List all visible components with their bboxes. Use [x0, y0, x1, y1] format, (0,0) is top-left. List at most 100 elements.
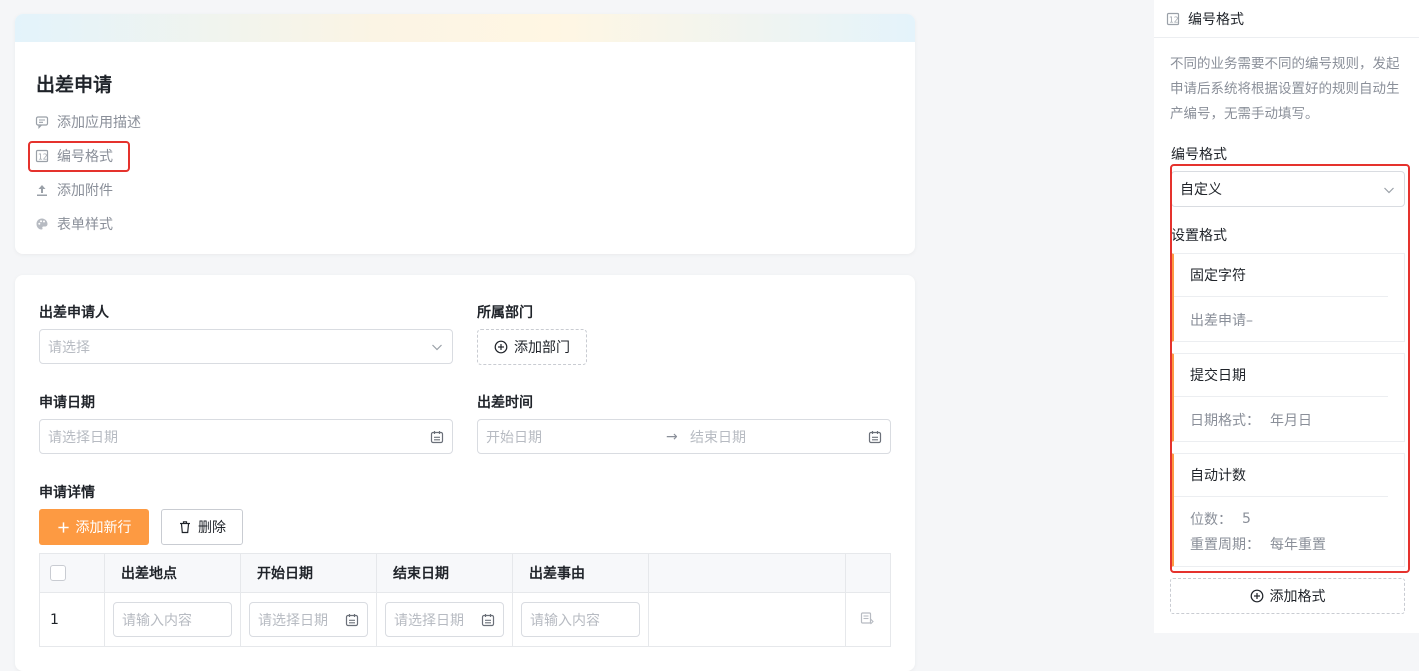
digits-value: 5: [1242, 510, 1251, 527]
plus-circle-icon: [1250, 589, 1264, 603]
row-action-cell: [846, 593, 890, 646]
form-style-label: 表单样式: [57, 217, 113, 233]
numbering-settings-panel: 12 编号格式 不同的业务需要不同的编号规则，发起申请后系统将根据设置好的规则自…: [1154, 0, 1419, 633]
empty-header-cell: [649, 554, 846, 592]
apply-date-label: 申请日期: [39, 395, 95, 411]
main-area: 出差申请 添加应用描述 12 编号格式 添加附件 表单样式 出差申请人 请选择 …: [0, 0, 930, 671]
add-attachment-link[interactable]: 添加附件: [35, 178, 113, 202]
apply-date-picker[interactable]: 请选择日期: [39, 419, 453, 454]
add-department-button[interactable]: 添加部门: [477, 329, 587, 365]
panel-title: 编号格式: [1188, 11, 1244, 28]
row-detail-icon[interactable]: [860, 611, 874, 629]
format-select-value: 自定义: [1180, 182, 1222, 198]
delete-button[interactable]: 删除: [161, 509, 243, 545]
format-block-line: 重置周期： 每年重置: [1174, 531, 1404, 556]
palette-icon: [35, 217, 49, 231]
set-format-label: 设置格式: [1171, 228, 1227, 244]
end-date-input[interactable]: 请选择日期: [385, 602, 504, 637]
add-row-label: 添加新行: [75, 520, 132, 536]
format-block-fixed-chars[interactable]: 固定字符 出差申请–: [1171, 253, 1405, 342]
column-header: 结束日期: [377, 554, 513, 592]
department-label: 所属部门: [477, 305, 533, 321]
reason-input[interactable]: 请输入内容: [521, 602, 640, 637]
fixed-chars-value: 出差申请–: [1190, 312, 1253, 329]
select-all-cell: [40, 554, 105, 592]
applicant-label: 出差申请人: [39, 305, 109, 321]
column-header: 出差事由: [513, 554, 649, 592]
format-block-title: 提交日期: [1174, 354, 1388, 397]
table-header-row: 出差地点 开始日期 结束日期 出差事由: [40, 554, 890, 593]
end-date-cell: 请选择日期: [377, 593, 513, 646]
add-description-label: 添加应用描述: [57, 115, 141, 131]
format-block-title: 固定字符: [1174, 254, 1388, 297]
add-description-link[interactable]: 添加应用描述: [35, 110, 141, 134]
calendar-icon: [481, 613, 495, 627]
format-block-line: 日期格式： 年月日: [1174, 407, 1404, 432]
details-table: 出差地点 开始日期 结束日期 出差事由 1 请输入内容 请选择日期 请选择日期 …: [39, 553, 891, 647]
trip-time-label: 出差时间: [477, 395, 533, 411]
format-block-line: 出差申请–: [1174, 307, 1404, 332]
location-placeholder: 请输入内容: [122, 612, 192, 629]
banner: [15, 14, 915, 42]
date-format-value: 年月日: [1270, 412, 1312, 429]
format-block-auto-count[interactable]: 自动计数 位数： 5 重置周期： 每年重置: [1171, 453, 1405, 567]
reason-cell: 请输入内容: [513, 593, 649, 646]
format-block-line: 位数： 5: [1174, 506, 1404, 531]
add-department-label: 添加部门: [514, 340, 570, 356]
end-date-placeholder: 请选择日期: [394, 612, 464, 629]
app-title: 出差申请: [36, 74, 113, 96]
calendar-icon: [868, 430, 882, 444]
column-header: 开始日期: [241, 554, 377, 592]
trip-start-placeholder: 开始日期: [486, 429, 542, 446]
format-select[interactable]: 自定义: [1171, 171, 1405, 207]
applicant-select[interactable]: 请选择: [39, 329, 453, 364]
trip-end-placeholder: 结束日期: [690, 429, 746, 446]
plus-circle-icon: [494, 340, 508, 354]
reset-cycle-label: 重置周期：: [1190, 536, 1260, 553]
apply-date-placeholder: 请选择日期: [48, 429, 118, 446]
plus-icon: [57, 521, 70, 534]
form-card: 出差申请人 请选择 所属部门 添加部门 申请日期 请选择日期 出差时间 开始日期…: [15, 275, 915, 671]
format-block-submit-date[interactable]: 提交日期 日期格式： 年月日: [1171, 353, 1405, 442]
numbering-highlight-box: [28, 141, 130, 172]
applicant-placeholder: 请选择: [48, 339, 90, 356]
svg-text:12: 12: [1169, 15, 1179, 24]
action-header-cell: [846, 554, 890, 592]
delete-label: 删除: [198, 520, 226, 536]
reset-cycle-value: 每年重置: [1270, 536, 1326, 553]
reason-placeholder: 请输入内容: [530, 612, 600, 629]
format-label: 编号格式: [1171, 147, 1227, 163]
row-index: 1: [40, 593, 105, 646]
range-arrow: →: [666, 428, 678, 445]
digits-label: 位数：: [1190, 511, 1232, 528]
start-date-cell: 请选择日期: [241, 593, 377, 646]
form-style-link[interactable]: 表单样式: [35, 212, 113, 236]
calendar-icon: [430, 430, 444, 444]
upload-icon: [35, 183, 49, 197]
column-header: 出差地点: [105, 554, 241, 592]
date-format-label: 日期格式：: [1190, 412, 1260, 429]
add-format-button[interactable]: 添加格式: [1170, 578, 1405, 614]
add-attachment-label: 添加附件: [57, 183, 113, 199]
trash-icon: [178, 520, 192, 534]
select-all-checkbox[interactable]: [50, 565, 66, 581]
add-format-label: 添加格式: [1269, 589, 1326, 605]
comment-icon: [35, 115, 49, 129]
location-input[interactable]: 请输入内容: [113, 602, 232, 637]
details-label: 申请详情: [39, 485, 95, 501]
app-info-card: 出差申请 添加应用描述 12 编号格式 添加附件 表单样式: [15, 14, 915, 254]
format-block-title: 自动计数: [1174, 454, 1388, 497]
calendar-icon: [345, 613, 359, 627]
numbering-icon: 12: [1166, 12, 1180, 26]
add-row-button[interactable]: 添加新行: [39, 509, 149, 545]
chevron-down-icon: [1382, 183, 1396, 197]
empty-cell: [649, 593, 846, 646]
table-row: 1 请输入内容 请选择日期 请选择日期 请输入内容: [40, 593, 890, 646]
trip-time-range-picker[interactable]: 开始日期 → 结束日期: [477, 419, 891, 454]
panel-header: 12 编号格式: [1154, 0, 1419, 38]
location-cell: 请输入内容: [105, 593, 241, 646]
chevron-down-icon: [430, 340, 444, 354]
start-date-input[interactable]: 请选择日期: [249, 602, 368, 637]
start-date-placeholder: 请选择日期: [258, 612, 328, 629]
panel-description: 不同的业务需要不同的编号规则，发起申请后系统将根据设置好的规则自动生产编号，无需…: [1170, 56, 1400, 122]
